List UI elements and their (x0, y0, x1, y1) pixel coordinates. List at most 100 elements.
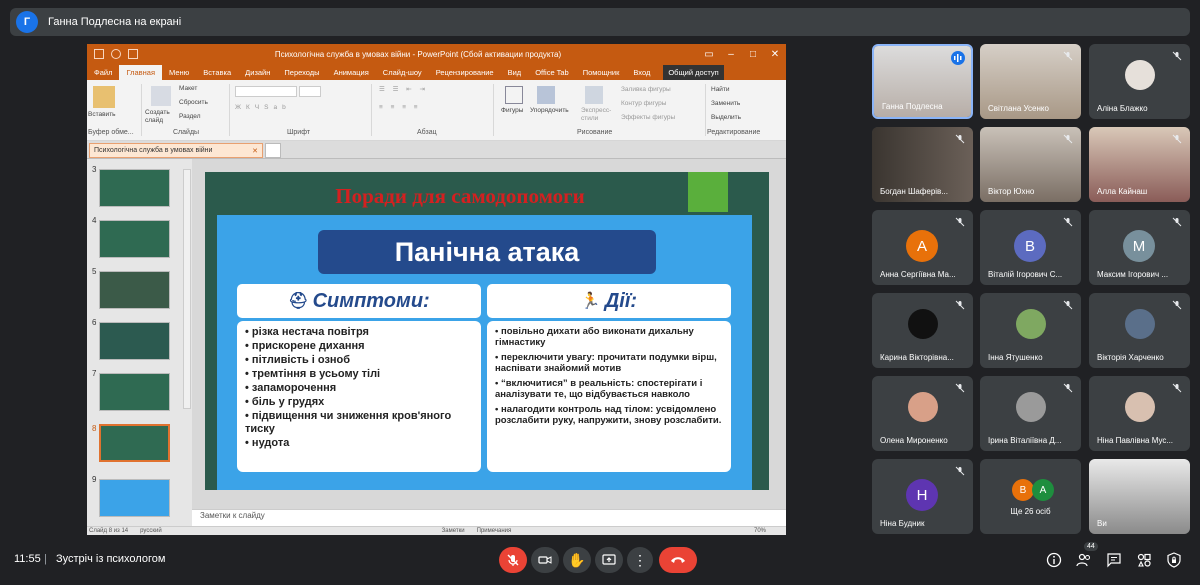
action-text: “включитися” в реальність: спостерігати … (495, 378, 703, 400)
participant-tile[interactable]: Богдан Шаферів... (872, 127, 973, 202)
tab-menu[interactable]: Меню (162, 65, 196, 80)
tab-design[interactable]: Дизайн (238, 65, 277, 80)
select-button[interactable]: Выделить (711, 114, 741, 122)
presenting-banner: Г Ганна Подлесна на екрані (10, 8, 1190, 36)
slide-thumbnail[interactable] (99, 373, 170, 411)
participant-tile[interactable]: В Віталій Ігорович С... (980, 210, 1081, 285)
chat-button[interactable] (1105, 551, 1123, 569)
camera-toggle-button[interactable] (531, 547, 559, 573)
more-participants-label: Ще 26 осіб (1010, 507, 1051, 516)
slide-thumbnail-selected[interactable] (99, 424, 170, 462)
participant-tile[interactable]: Ірина Віталіївна Д... (980, 376, 1081, 451)
participant-tile[interactable]: М Максим Ігорович ... (1089, 210, 1190, 285)
activities-button[interactable] (1135, 551, 1153, 569)
quick-styles-button[interactable]: Экспресс-стили (581, 107, 613, 123)
redo-icon[interactable] (128, 49, 138, 59)
slide-thumbnail[interactable] (99, 322, 170, 360)
current-slide[interactable]: Поради для самодопомоги Панічна атака ⛑ … (205, 172, 769, 490)
participant-tile[interactable]: Олена Мироненко (872, 376, 973, 451)
shape-fill-button[interactable]: Заливка фигуры (621, 86, 671, 94)
signin-link[interactable]: Вход (626, 65, 657, 80)
slide-thumbnail[interactable] (99, 220, 170, 258)
align-buttons[interactable]: ≡ ≡ ≡ ≡ (379, 104, 421, 112)
new-slide-button[interactable]: Создать слайд (145, 109, 177, 125)
minimize-icon[interactable]: – (720, 49, 742, 60)
list-item: • тремтіння в усьому тілі (245, 368, 381, 380)
comments-toggle[interactable]: Примечания (477, 528, 512, 534)
notes-field[interactable]: Заметки к слайду (192, 509, 786, 525)
self-view-tile[interactable]: Ви (1089, 459, 1190, 534)
slide-thumbnail[interactable] (99, 169, 170, 207)
participant-tile[interactable]: А Анна Сергіївна Ма... (872, 210, 973, 285)
share-button[interactable]: Общий доступ (663, 65, 724, 80)
zoom-level[interactable]: 70% (754, 528, 766, 534)
tab-slideshow[interactable]: Слайд-шоу (376, 65, 429, 80)
mic-off-icon (1170, 381, 1184, 395)
close-tab-icon[interactable]: ✕ (252, 147, 258, 155)
tab-office-tab[interactable]: Office Tab (528, 65, 576, 80)
save-icon[interactable] (94, 49, 104, 59)
maximize-icon[interactable]: □ (742, 49, 764, 60)
find-button[interactable]: Найти (711, 86, 730, 94)
paste-icon[interactable] (93, 86, 115, 108)
present-button[interactable] (595, 547, 623, 573)
document-tabs: Психологічна служба в умовах війни ✕ (87, 141, 786, 159)
participant-tile[interactable]: Алла Кайнаш (1089, 127, 1190, 202)
participant-tile[interactable]: Інна Ятушенко (980, 293, 1081, 368)
arrange-button[interactable]: Упорядочить (530, 107, 569, 115)
people-icon (1076, 553, 1090, 567)
participant-tile[interactable]: Карина Вікторівна... (872, 293, 973, 368)
tab-help[interactable]: Помощник (576, 65, 627, 80)
participant-tile[interactable]: Світлана Усенко (980, 44, 1081, 119)
participant-tile[interactable]: Віктор Юхно (980, 127, 1081, 202)
tab-review[interactable]: Рецензирование (429, 65, 501, 80)
replace-button[interactable]: Заменить (711, 100, 740, 108)
tab-animation[interactable]: Анимация (327, 65, 376, 80)
close-icon[interactable]: ✕ (764, 49, 786, 60)
avatar: М (1123, 230, 1155, 262)
list-buttons[interactable]: ☰ ☰ ⇤ ⇥ (379, 86, 428, 94)
new-slide-icon[interactable] (151, 86, 171, 106)
paste-button[interactable]: Вставить (88, 111, 116, 119)
tab-home[interactable]: Главная (119, 65, 162, 80)
ribbon-options-icon[interactable]: ▭ (698, 49, 720, 60)
slide-thumbnail[interactable] (99, 271, 170, 309)
quick-styles-icon[interactable] (585, 86, 603, 104)
arrange-icon[interactable] (537, 86, 555, 104)
document-tab[interactable]: Психологічна служба в умовах війни ✕ (89, 143, 263, 158)
reset-button[interactable]: Сбросить (179, 99, 208, 107)
people-button[interactable]: 44 (1075, 542, 1098, 569)
mic-toggle-button[interactable] (499, 547, 527, 573)
tab-insert[interactable]: Вставка (196, 65, 238, 80)
more-participants-tile[interactable]: В А Ще 26 осіб (980, 459, 1081, 534)
shape-outline-button[interactable]: Контур фигуры (621, 100, 666, 108)
tab-view[interactable]: Вид (501, 65, 529, 80)
layout-button[interactable]: Макет (179, 85, 197, 93)
section-button[interactable]: Раздел (179, 113, 200, 121)
participant-tile[interactable]: Ганна Подлесна (872, 44, 973, 119)
notes-toggle[interactable]: Заметки (442, 528, 465, 534)
leave-call-button[interactable] (659, 547, 697, 573)
raise-hand-button[interactable]: ✋ (563, 547, 591, 573)
undo-icon[interactable] (111, 49, 121, 59)
font-name-select[interactable] (235, 86, 297, 97)
more-options-button[interactable]: ⋮ (627, 547, 653, 573)
host-controls-button[interactable] (1165, 551, 1183, 569)
font-format-buttons[interactable]: ЖКЧSab (235, 104, 291, 112)
list-item: • переключити увагу: прочитати подумки в… (495, 352, 717, 374)
participant-tile[interactable]: Ніна Павлівна Мус... (1089, 376, 1190, 451)
meeting-details-button[interactable] (1045, 551, 1063, 569)
font-size-select[interactable] (299, 86, 321, 97)
new-tab-button[interactable] (265, 143, 281, 158)
thumbnail-scrollbar[interactable] (183, 169, 191, 409)
participant-tile[interactable]: Н Ніна Будник (872, 459, 973, 534)
shapes-icon[interactable] (505, 86, 523, 104)
shapes-button[interactable]: Фигуры (501, 107, 523, 115)
tab-transitions[interactable]: Переходы (277, 65, 326, 80)
participant-tile[interactable]: Вікторія Харченко (1089, 293, 1190, 368)
symptom-text: тремтіння в усьому тілі (251, 368, 381, 380)
shape-effects-button[interactable]: Эффекты фигуры (621, 114, 675, 122)
participant-tile[interactable]: Аліна Блажко (1089, 44, 1190, 119)
tab-file[interactable]: Файл (87, 65, 119, 80)
slide-thumbnail[interactable] (99, 479, 170, 517)
